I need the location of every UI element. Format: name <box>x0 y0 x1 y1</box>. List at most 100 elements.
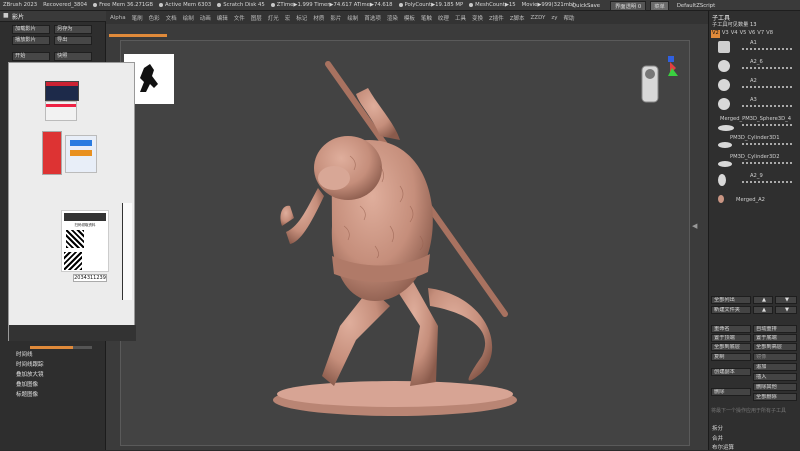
menu-item[interactable]: 笔触 <box>421 14 432 22</box>
create-copy-button[interactable]: 创建副本 <box>711 368 751 376</box>
play-movie-button[interactable]: 播放影片 <box>12 36 50 45</box>
delete-all-button[interactable]: 全部删除 <box>753 393 797 401</box>
visibility-icon[interactable] <box>742 48 792 53</box>
menu-item[interactable]: Alpha <box>110 15 126 21</box>
sculpt-model[interactable] <box>260 56 550 426</box>
tab-v8[interactable]: V8 <box>766 30 773 38</box>
new-folder-button[interactable]: 新建文件夹 <box>711 306 751 314</box>
down-button[interactable]: ▼ <box>775 306 797 314</box>
screenshot-thumb-1 <box>45 81 79 101</box>
movie-info: Movie▶999(321mb) <box>521 2 575 8</box>
export-button[interactable]: 导出 <box>54 36 92 45</box>
delete-other-button[interactable]: 删除其他 <box>753 383 797 391</box>
visibility-icon[interactable] <box>742 162 792 167</box>
visibility-icon[interactable] <box>742 181 792 186</box>
snapshot-button[interactable]: 快照 <box>54 52 92 61</box>
visibility-icon[interactable] <box>742 67 792 72</box>
visibility-icon[interactable] <box>742 124 792 129</box>
move-bottom-button[interactable]: 置于底端 <box>753 334 797 342</box>
default-zscript[interactable]: DefaultZScript <box>677 3 715 9</box>
tab-v4[interactable]: V4 <box>731 30 738 38</box>
menu-item[interactable]: 图层 <box>251 14 262 22</box>
list-all-button[interactable]: 全部列出 <box>711 296 751 304</box>
tab-v2[interactable]: V2 <box>711 30 720 38</box>
load-movie-button[interactable]: 加载影片 <box>12 25 50 34</box>
subtool-item[interactable]: A1 <box>712 39 798 58</box>
delete-button[interactable]: 删除 <box>711 388 751 396</box>
menu-item[interactable]: 标记 <box>296 14 307 22</box>
subtool-item[interactable]: PM3D_Cylinder3D1 <box>712 134 798 153</box>
rename-button[interactable]: 重命名 <box>711 325 751 333</box>
scroll-handle-right[interactable]: ◀ <box>692 222 698 234</box>
append-button[interactable]: 追加 <box>753 363 797 371</box>
quicksave-button[interactable]: QuickSave <box>572 3 600 9</box>
menu-item[interactable]: 纹理 <box>438 14 449 22</box>
free-mem: Free Mem 36.271GB <box>99 2 154 8</box>
menu-item[interactable]: 材质 <box>313 14 324 22</box>
all-high-button[interactable]: 全部到高层 <box>753 343 797 351</box>
menu-item[interactable]: 模板 <box>404 14 415 22</box>
timeline-track-item[interactable]: 时间线跟踪 <box>16 360 44 368</box>
split-item[interactable]: 拆分 <box>712 424 723 432</box>
move-down-button[interactable]: ▼ <box>775 296 797 304</box>
menu-item[interactable]: 文件 <box>234 14 245 22</box>
overlay-image-item[interactable]: 叠加图像 <box>16 380 38 388</box>
menu-item[interactable]: 动画 <box>200 14 211 22</box>
transparency-slider[interactable]: 界面透明 0 <box>609 1 647 11</box>
app-title: ZBrush 2023 <box>3 2 38 8</box>
menu-item[interactable]: zy <box>551 15 557 21</box>
menu-item[interactable]: 变换 <box>472 14 483 22</box>
subtool-item[interactable]: A2 <box>712 77 798 96</box>
subtool-item[interactable]: A3 <box>712 96 798 115</box>
move-top-button[interactable]: 置于顶端 <box>711 334 751 342</box>
merge-item[interactable]: 合并 <box>712 434 723 442</box>
subtool-item-selected[interactable]: Merged_A2 <box>712 191 798 210</box>
timeline-item[interactable]: 时间线 <box>16 350 33 358</box>
menu-item[interactable]: 笔刷 <box>132 14 143 22</box>
subtool-item[interactable]: A2_9 <box>712 172 798 191</box>
menu-item[interactable]: 渲染 <box>387 14 398 22</box>
menu-item[interactable]: 影片 <box>330 14 341 22</box>
duplicate-button[interactable]: 复制 <box>711 353 751 361</box>
menu-item[interactable]: 工具 <box>455 14 466 22</box>
tab-v3[interactable]: V3 <box>722 30 729 38</box>
mirror-button[interactable]: 镜像 <box>753 353 797 361</box>
visibility-icon[interactable] <box>742 143 792 148</box>
subtool-item[interactable]: A2_6 <box>712 58 798 77</box>
menu-item[interactable]: 帮助 <box>564 14 575 22</box>
menu-item[interactable]: 灯光 <box>268 14 279 22</box>
polycount: PolyCount▶19.185 MP <box>404 2 464 8</box>
menu-button[interactable]: 菜单 <box>650 1 669 11</box>
menu-item[interactable]: Z脚本 <box>510 14 525 22</box>
menu-item[interactable]: 绘制 <box>347 14 358 22</box>
menu-item[interactable]: ZZDY <box>531 15 546 21</box>
subtool-item[interactable]: Merged_PM3D_Sphere3D_4 <box>712 115 798 134</box>
auto-reorder-button[interactable]: 自动重排 <box>753 325 797 333</box>
image-popup-window[interactable]: 扫码领取资料 2034311239 <box>8 62 136 341</box>
title-image-item[interactable]: 标题图像 <box>16 390 38 398</box>
collapse-icon[interactable]: ■ <box>3 12 9 19</box>
menu-item[interactable]: 首选项 <box>364 14 381 22</box>
slider-bar[interactable] <box>30 346 92 349</box>
move-up-button[interactable]: ▲ <box>753 296 773 304</box>
tab-v7[interactable]: V7 <box>757 30 764 38</box>
tab-v6[interactable]: V6 <box>748 30 755 38</box>
menu-item[interactable]: Z插件 <box>489 14 504 22</box>
id-label: 2034311239 <box>73 274 107 282</box>
navigation-gizmo[interactable] <box>634 54 682 106</box>
menu-item[interactable]: 文档 <box>166 14 177 22</box>
menu-item[interactable]: 编辑 <box>217 14 228 22</box>
up-button[interactable]: ▲ <box>753 306 773 314</box>
subtool-item[interactable]: PM3D_Cylinder3D2 <box>712 153 798 172</box>
visibility-icon[interactable] <box>742 105 792 110</box>
overlay-zoom-item[interactable]: 叠加放大镜 <box>16 370 44 378</box>
insert-button[interactable]: 插入 <box>753 373 797 381</box>
all-low-button[interactable]: 全部到底层 <box>711 343 751 351</box>
menu-item[interactable]: 宏 <box>285 14 291 22</box>
visibility-icon[interactable] <box>742 86 792 91</box>
save-as-button[interactable]: 另存为 <box>54 25 92 34</box>
start-button[interactable]: 开始 <box>12 52 50 61</box>
menu-item[interactable]: 绘制 <box>183 14 194 22</box>
tab-v5[interactable]: V5 <box>740 30 747 38</box>
menu-item[interactable]: 色彩 <box>149 14 160 22</box>
